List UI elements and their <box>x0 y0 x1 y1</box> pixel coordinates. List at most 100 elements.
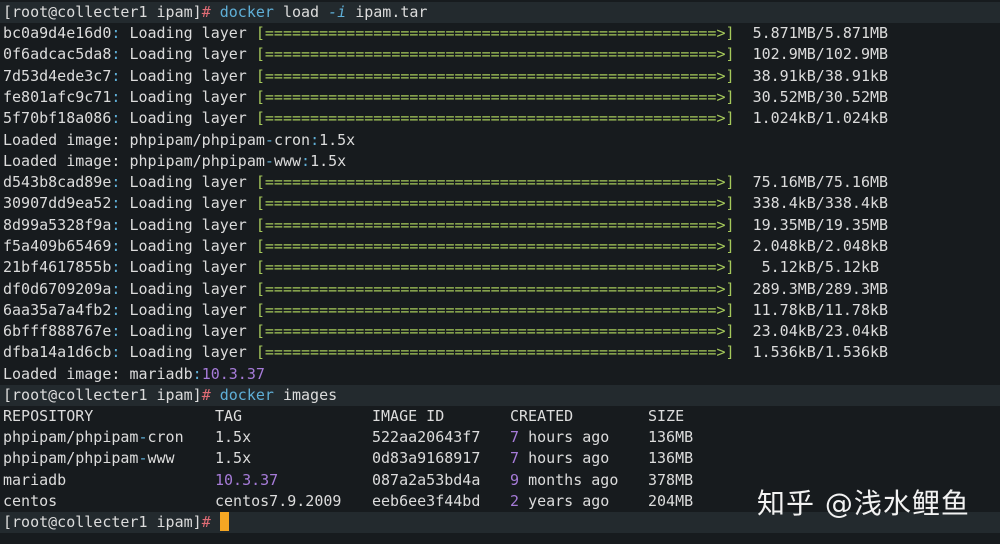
layer-progress-line: 5f70bf18a086: Loading layer [===========… <box>3 108 888 129</box>
command-argument: ipam.tar <box>355 3 428 21</box>
loaded-label: Loaded image: <box>3 365 121 383</box>
layer-progress-line: fe801afc9c71: Loading layer [===========… <box>3 87 888 108</box>
cell-image-id: eeb6ee3f44bd <box>372 491 481 510</box>
layer-progress-line: 30907dd9ea52: Loading layer [===========… <box>3 193 888 214</box>
layer-size: 11.78kB/11.78kB <box>752 300 889 319</box>
header-tag: TAG <box>215 407 243 425</box>
images-table-header: REPOSITORY TAG IMAGE ID CREATED SIZE <box>3 406 684 427</box>
text-cursor <box>219 512 229 531</box>
prompt-hash: # <box>201 3 211 21</box>
shell-prompt: [root@collecter1 ipam] <box>3 386 202 404</box>
cell-tag: 1.5x <box>215 428 252 446</box>
prompt-hash: # <box>201 386 211 404</box>
cell-size: 136MB <box>648 428 694 446</box>
layer-size: 19.35MB/19.35MB <box>752 215 889 234</box>
layer-colon: : <box>111 236 121 255</box>
command-name: docker <box>219 386 274 404</box>
layer-progress-line: f5a409b65469: Loading layer [===========… <box>3 236 888 257</box>
shell-prompt: [root@collecter1 ipam] <box>3 3 202 21</box>
layer-colon: : <box>111 173 121 191</box>
layer-colon: : <box>111 258 121 277</box>
layer-size: 1.024kB/1.024kB <box>752 109 889 128</box>
layer-progress-line: 21bf4617855b: Loading layer [===========… <box>3 257 879 278</box>
layer-id: 0f6adcac5da8 <box>3 45 112 64</box>
cell-image-id: 087a2a53bd4a <box>372 470 481 489</box>
header-image-id: IMAGE ID <box>372 407 445 425</box>
layer-progress-line: 7d53d4ede3c7: Loading layer [===========… <box>3 66 888 87</box>
loaded-label: Loaded image: <box>3 152 121 170</box>
command-line-current[interactable]: [root@collecter1 ipam]# <box>3 512 229 533</box>
layer-colon: : <box>111 109 121 128</box>
layer-id: dfba14a1d6cb <box>3 343 112 362</box>
cell-size: 378MB <box>648 470 694 489</box>
progress-bar: [=======================================… <box>255 279 735 298</box>
layer-progress-line: 0f6adcac5da8: Loading layer [===========… <box>3 44 888 65</box>
loading-label: Loading layer <box>129 194 247 213</box>
layer-colon: : <box>111 194 121 213</box>
loading-label: Loading layer <box>129 45 247 64</box>
layer-colon: : <box>111 215 121 234</box>
command-subcommand: load <box>282 3 320 21</box>
layer-id: d543b8cad89e <box>3 173 112 191</box>
layer-progress-line: 8d99a5328f9a: Loading layer [===========… <box>3 215 888 236</box>
layer-id: bc0a9d4e16d0 <box>3 24 112 42</box>
cell-tag: 10.3.37 <box>215 470 279 489</box>
layer-id: f5a409b65469 <box>3 236 112 255</box>
layer-progress-line: 6bfff888767e: Loading layer [===========… <box>3 321 888 342</box>
command-flag: -i <box>328 3 347 21</box>
loading-label: Loading layer <box>129 322 247 341</box>
layer-size: 5.12kB/5.12kB <box>752 258 880 277</box>
header-size: SIZE <box>648 407 685 425</box>
layer-size: 289.3MB/289.3MB <box>752 279 889 298</box>
progress-bar: [=======================================… <box>255 24 735 42</box>
progress-bar: [=======================================… <box>255 45 735 64</box>
progress-bar: [=======================================… <box>255 236 735 255</box>
command-name: docker <box>219 3 274 21</box>
progress-bar: [=======================================… <box>255 66 735 85</box>
cell-created: 2 years ago <box>510 491 610 510</box>
loaded-image-name: phpipam/phpipam-cron:1.5x <box>129 131 356 149</box>
progress-bar: [=======================================… <box>255 194 735 213</box>
command-subcommand: images <box>282 386 338 404</box>
shell-prompt: [root@collecter1 ipam] <box>3 513 202 531</box>
layer-size: 2.048kB/2.048kB <box>752 236 889 255</box>
cell-created: 9 months ago <box>510 470 619 489</box>
prompt-hash: # <box>201 513 211 531</box>
progress-bar: [=======================================… <box>255 300 735 319</box>
layer-id: 6bfff888767e <box>3 322 112 341</box>
command-line-images: [root@collecter1 ipam]# docker images <box>3 385 337 406</box>
layer-progress-line: dfba14a1d6cb: Loading layer [===========… <box>3 342 888 363</box>
layer-colon: : <box>111 45 121 64</box>
layer-progress-line: df0d6709209a: Loading layer [===========… <box>3 279 888 300</box>
progress-bar: [=======================================… <box>255 322 735 341</box>
cell-tag: 1.5x <box>215 449 252 468</box>
loaded-image-name: phpipam/phpipam-www:1.5x <box>129 152 347 170</box>
command-line-load: [root@collecter1 ipam]# docker load -i i… <box>3 2 427 23</box>
cell-repository: phpipam/phpipam-www <box>3 449 175 468</box>
layer-id: 5f70bf18a086 <box>3 109 112 128</box>
loading-label: Loading layer <box>129 173 247 191</box>
layer-id: 21bf4617855b <box>3 258 112 277</box>
cell-size: 204MB <box>648 491 694 510</box>
layer-progress-line: d543b8cad89e: Loading layer [===========… <box>3 172 888 193</box>
layer-id: 8d99a5328f9a <box>3 215 112 234</box>
layer-id: 6aa35a7a4fb2 <box>3 300 112 319</box>
progress-bar: [=======================================… <box>255 343 735 362</box>
loading-label: Loading layer <box>129 300 247 319</box>
cell-repository: centos <box>3 491 58 510</box>
cell-repository: phpipam/phpipam-cron <box>3 428 184 446</box>
loading-label: Loading layer <box>129 343 247 362</box>
terminal-window[interactable]: [root@collecter1 ipam]# docker load -i i… <box>0 0 1000 544</box>
progress-bar: [=======================================… <box>255 258 735 277</box>
loading-label: Loading layer <box>129 258 247 277</box>
loaded-image-name: mariadb:10.3.37 <box>129 365 265 383</box>
layer-id: 30907dd9ea52 <box>3 194 112 213</box>
cell-size: 136MB <box>648 449 694 468</box>
layer-size: 30.52MB/30.52MB <box>752 87 889 106</box>
loading-label: Loading layer <box>129 215 247 234</box>
cell-created: 7 hours ago <box>510 449 610 468</box>
loaded-image-line: Loaded image: phpipam/phpipam-www:1.5x <box>3 151 346 172</box>
layer-size: 75.16MB/75.16MB <box>752 173 889 191</box>
progress-bar: [=======================================… <box>255 215 735 234</box>
layer-size: 23.04kB/23.04kB <box>752 322 889 341</box>
